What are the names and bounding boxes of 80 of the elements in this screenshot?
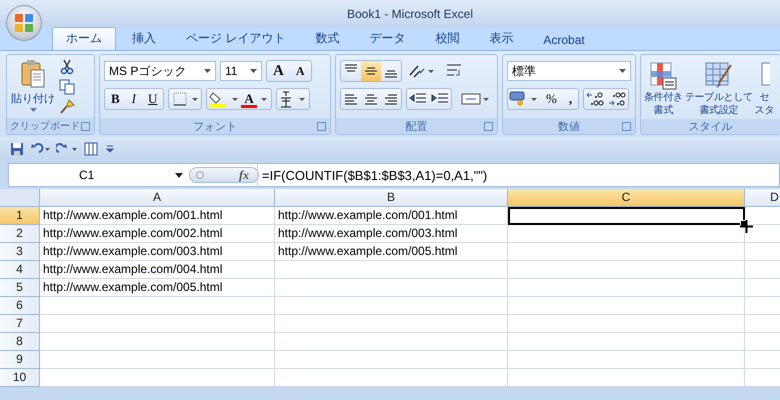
column-header[interactable]: D [745, 189, 780, 207]
percent-button[interactable]: % [540, 89, 563, 109]
caret-icon [250, 69, 257, 73]
table-cell: http://www.example.com/003.html [40, 243, 275, 261]
paste-button[interactable]: 貼り付け [9, 57, 57, 116]
font-name-dropdown[interactable]: MS Pゴシック [104, 61, 216, 81]
table-cell: http://www.example.com/001.html [40, 207, 275, 225]
font-size-dropdown[interactable]: 11 [220, 61, 262, 81]
row-header[interactable]: 4 [0, 261, 40, 279]
caret-icon [619, 69, 626, 73]
redo-icon[interactable] [56, 142, 78, 156]
undo-icon[interactable] [29, 142, 51, 156]
row-header[interactable]: 8 [0, 333, 40, 351]
insert-function-button[interactable]: fx [239, 168, 249, 182]
font-style-button[interactable]: B [105, 89, 126, 109]
table-brush-icon [704, 61, 734, 91]
row-header[interactable]: 10 [0, 369, 40, 387]
office-logo-icon [13, 12, 35, 34]
group-label: フォント [193, 120, 237, 134]
paintbrush-icon[interactable] [59, 99, 75, 115]
group-label: 配置 [406, 120, 428, 134]
currency-icon[interactable] [508, 89, 540, 109]
column-header[interactable]: C [508, 189, 745, 207]
font-style-button[interactable]: I [126, 89, 142, 109]
style-button[interactable]: テーブルとして 書式設定 [684, 61, 754, 117]
conditional-format-icon [648, 61, 678, 91]
clipboard-icon [20, 59, 46, 89]
ribbon-tab[interactable]: ホーム [52, 27, 116, 50]
vertical-align-button[interactable] [361, 61, 381, 81]
table-cell: http://www.example.com/003.html [275, 225, 508, 243]
caret-icon [204, 69, 211, 73]
table-cell: http://www.example.com/002.html [40, 225, 275, 243]
row-header[interactable]: 3 [0, 243, 40, 261]
grow-font-button[interactable]: A [267, 61, 290, 81]
column-header[interactable]: B [275, 189, 508, 207]
group-label: 数値 [558, 120, 580, 134]
align-lines-icon [344, 94, 358, 104]
name-box[interactable]: C1 [9, 164, 189, 186]
shrink-font-button[interactable]: A [290, 61, 311, 81]
copy-icon[interactable] [59, 79, 75, 95]
crosshair-cursor-icon [740, 220, 753, 233]
caret-icon [175, 172, 183, 178]
font-style-button[interactable]: U [142, 89, 164, 109]
align-lines-icon [364, 94, 378, 104]
align-lines-icon [344, 64, 358, 72]
align-lines-icon [384, 70, 398, 78]
table-cell: http://www.example.com/001.html [275, 207, 508, 225]
row-header[interactable]: 2 [0, 225, 40, 243]
font-color-button[interactable]: A [241, 90, 257, 108]
ribbon-tab[interactable]: ページ レイアウト [172, 27, 300, 50]
row-header[interactable]: 7 [0, 315, 40, 333]
table-cell: http://www.example.com/005.html [40, 279, 275, 297]
align-lines-icon [364, 67, 378, 75]
comma-style-button[interactable]: , [562, 89, 578, 109]
row-header[interactable]: 1 [0, 207, 40, 225]
table-cell: http://www.example.com/005.html [275, 243, 508, 261]
scissors-icon[interactable] [59, 59, 75, 75]
save-icon[interactable] [10, 142, 24, 156]
column-header[interactable]: A [40, 189, 275, 207]
ribbon-tab[interactable]: 校閲 [421, 27, 474, 50]
table-cell: http://www.example.com/004.html [40, 261, 275, 279]
ribbon-tab[interactable]: データ [355, 27, 420, 50]
caret-icon [30, 108, 36, 112]
group-label: スタイル [688, 120, 732, 134]
row-header[interactable]: 6 [0, 297, 40, 315]
row-header[interactable]: 5 [0, 279, 40, 297]
book-icon[interactable] [83, 142, 99, 156]
ribbon-tab[interactable]: 挿入 [118, 27, 170, 50]
style-button[interactable]: セ スタ [754, 61, 776, 117]
window-title: Book1 - Microsoft Excel [346, 7, 474, 21]
ribbon-tab[interactable]: 数式 [301, 27, 354, 50]
row-header[interactable]: 9 [0, 351, 40, 369]
ribbon-tab[interactable]: 表示 [475, 27, 528, 50]
style-button[interactable]: 条件付き 書式 [643, 61, 684, 117]
office-button[interactable] [7, 6, 41, 40]
ribbon-tab[interactable]: Acrobat [529, 30, 599, 50]
number-format-dropdown[interactable]: 標準 [507, 61, 631, 81]
align-lines-icon [384, 94, 398, 104]
formula-input[interactable]: =IF(COUNTIF($B$1:$B$3,A1)=0,A1,"") [257, 164, 779, 186]
group-label: クリップボード [10, 120, 80, 133]
